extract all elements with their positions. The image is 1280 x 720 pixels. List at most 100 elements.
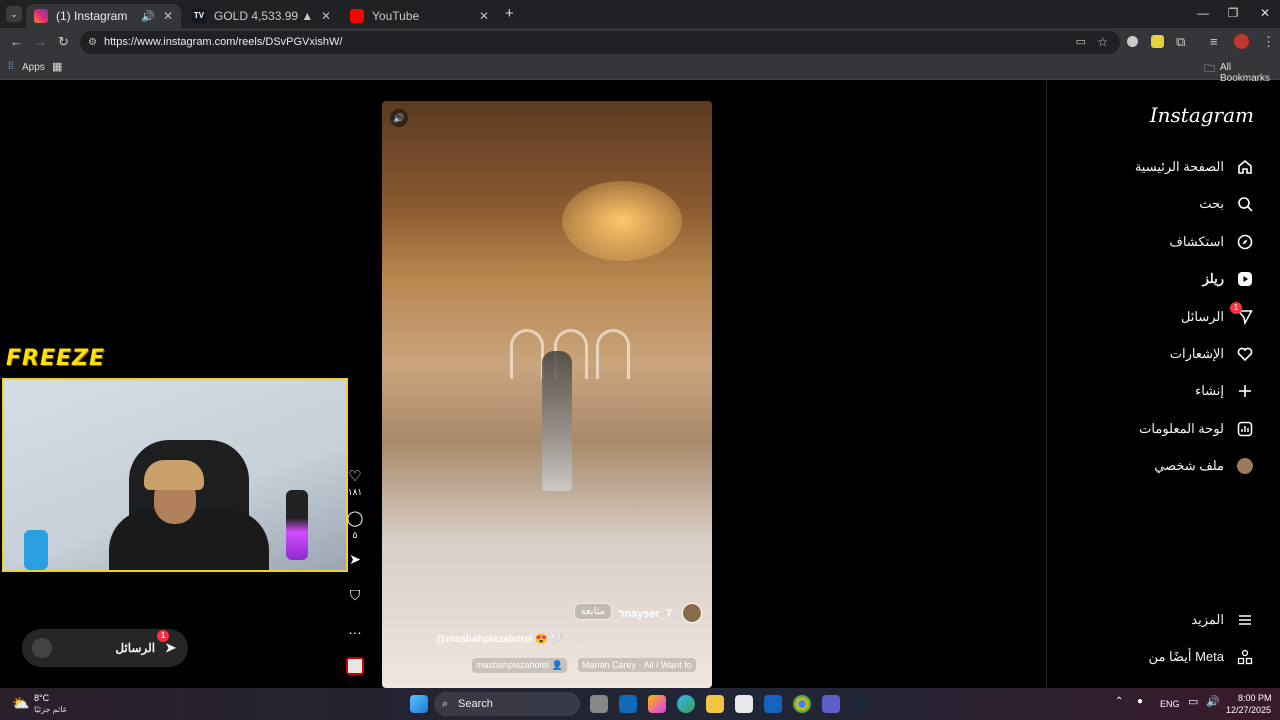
messages-pill[interactable]: الرسائل ➤ 1 xyxy=(22,629,188,667)
tray-app-icon[interactable]: ● xyxy=(1137,696,1143,707)
nav-notifications[interactable]: الإشعارات xyxy=(1170,345,1254,363)
tab-youtube[interactable]: YouTube ✕ xyxy=(342,4,497,28)
forward-icon[interactable]: → xyxy=(34,34,47,49)
back-icon[interactable]: ← xyxy=(10,34,23,49)
close-tab-icon[interactable]: ✕ xyxy=(321,9,331,23)
restore-button[interactable]: ❐ xyxy=(1218,6,1248,20)
nav-create[interactable]: إنشاء xyxy=(1195,382,1254,400)
profile-avatar-icon xyxy=(1236,457,1254,475)
minimize-button[interactable]: — xyxy=(1188,6,1218,20)
address-bar[interactable]: ⚙ https://www.instagram.com/reels/DSvPGV… xyxy=(80,31,1120,54)
nav-label: استكشاف xyxy=(1169,234,1224,249)
volume-icon[interactable]: 🔊 xyxy=(1206,695,1220,708)
nav-profile[interactable]: ملف شخصي xyxy=(1154,457,1254,475)
close-tab-icon[interactable]: ✕ xyxy=(163,9,173,23)
messages-pill-badge: 1 xyxy=(157,630,170,642)
search-icon: ⌕ xyxy=(442,698,449,710)
follow-button[interactable]: متابعة xyxy=(573,603,612,620)
close-tab-icon[interactable]: ✕ xyxy=(479,9,489,23)
video-light-glow xyxy=(562,181,682,261)
menu-kebab-icon[interactable]: ⋮ xyxy=(1262,34,1275,50)
reading-list-icon[interactable]: ≡ xyxy=(1210,34,1218,49)
copilot-icon[interactable] xyxy=(648,695,666,713)
taskbar-search[interactable]: ⌕ Search xyxy=(434,692,580,716)
audio-chip[interactable]: Mariah Carey · All I Want fo xyxy=(578,658,696,672)
caption-tag[interactable]: @masbahplazahotel xyxy=(436,634,532,645)
edge-icon[interactable] xyxy=(677,695,695,713)
nav-reels[interactable]: ريلز xyxy=(1203,270,1254,288)
store-icon[interactable] xyxy=(735,695,753,713)
folder-icon: 🗀 xyxy=(1204,63,1215,75)
apps-grid-icon[interactable]: ⁞⁞ xyxy=(8,61,14,72)
nav-search[interactable]: بحث xyxy=(1199,195,1254,213)
nav-also-from-meta[interactable]: أيضًا من Meta xyxy=(1149,648,1254,666)
url-text: https://www.instagram.com/reels/DSvPGVxi… xyxy=(104,36,343,48)
nav-home[interactable]: الصفحة الرئيسية xyxy=(1135,158,1254,176)
network-icon[interactable]: ▭ xyxy=(1188,695,1198,708)
extension-circle-icon[interactable] xyxy=(1127,36,1138,47)
tab-groups-icon[interactable]: ▦ xyxy=(52,60,62,73)
profile-avatar-icon[interactable] xyxy=(1234,34,1249,49)
caption-more[interactable]: المزيد ... xyxy=(566,634,602,645)
file-explorer-icon[interactable] xyxy=(706,695,724,713)
save-button[interactable]: ⛉ xyxy=(345,587,365,604)
like-button[interactable]: ♡ xyxy=(345,467,365,485)
clock-date[interactable]: 12/27/2025 xyxy=(1226,705,1271,715)
bookmark-apps[interactable]: Apps xyxy=(22,62,45,73)
reel-video[interactable]: 🔊 mayser_7 • متابعة @masbahplazahotel 😍 … xyxy=(382,101,712,688)
tab-title: (1) Instagram xyxy=(56,9,128,23)
hamburger-menu-icon xyxy=(1236,611,1254,629)
dot-separator: • xyxy=(618,606,622,618)
windows-taskbar: ⛅ 8°C غائم جزئيًا ⌕ Search ⌃ ● ENG ▭ 🔊 8… xyxy=(0,688,1280,720)
tradingview-favicon-icon: TV xyxy=(192,9,206,23)
extensions-puzzle-icon[interactable]: ⧉ xyxy=(1176,34,1185,50)
mute-button[interactable]: 🔊 xyxy=(390,109,408,127)
task-view-icon[interactable] xyxy=(590,695,608,713)
comment-button[interactable]: ◯ xyxy=(345,509,365,527)
tab-search-dropdown-button[interactable]: ⌄ xyxy=(6,6,22,22)
like-count: ١٨١ xyxy=(347,487,363,497)
reel-username[interactable]: mayser_7 xyxy=(621,608,672,620)
chrome-icon[interactable] xyxy=(793,695,811,713)
taskbar-search-label: Search xyxy=(458,698,493,710)
new-tab-button[interactable]: + xyxy=(505,5,514,22)
tab-gold[interactable]: TV GOLD 4,533.99 ▲ +1.22% Unna ✕ xyxy=(184,4,339,28)
cast-icon[interactable]: ▭ xyxy=(1076,31,1086,54)
close-window-button[interactable]: ✕ xyxy=(1250,6,1280,20)
steam-icon[interactable] xyxy=(851,695,869,713)
video-arch xyxy=(510,329,544,379)
teams-icon[interactable] xyxy=(822,695,840,713)
nav-messages[interactable]: الرسائل 1 xyxy=(1181,302,1254,326)
nav-more[interactable]: المزيد xyxy=(1191,611,1254,629)
speaker-icon[interactable]: 🔊 xyxy=(141,10,155,23)
tray-chevron-icon[interactable]: ⌃ xyxy=(1115,696,1123,707)
reel-author-avatar[interactable] xyxy=(682,603,702,623)
tab-instagram[interactable]: (1) Instagram 🔊 ✕ xyxy=(26,4,181,28)
audio-title: Mariah Carey · All I Want fo xyxy=(582,660,692,670)
bookmark-star-icon[interactable]: ☆ xyxy=(1097,31,1108,54)
nav-explore[interactable]: استكشاف xyxy=(1169,233,1254,251)
tagged-user-chip[interactable]: masbahplazahotel 👤 xyxy=(472,658,567,673)
start-windows-icon[interactable] xyxy=(410,695,428,713)
outlook-icon[interactable] xyxy=(619,695,637,713)
weather-temp[interactable]: 8°C xyxy=(34,693,49,703)
nav-dashboard[interactable]: لوحة المعلومات xyxy=(1139,420,1254,438)
share-button[interactable]: ➤ xyxy=(345,551,365,568)
site-info-icon[interactable]: ⚙ xyxy=(88,31,97,54)
reels-icon xyxy=(1236,270,1254,288)
messages-pill-label: الرسائل xyxy=(115,641,156,655)
audio-thumbnail[interactable] xyxy=(346,657,364,675)
language-indicator[interactable]: ENG xyxy=(1160,699,1180,709)
microphone xyxy=(286,490,308,560)
extension-yellow-icon[interactable] xyxy=(1151,35,1164,48)
nav-label: إنشاء xyxy=(1195,383,1224,398)
reload-icon[interactable]: ↻ xyxy=(58,34,69,50)
clock-time[interactable]: 8:00 PM xyxy=(1238,693,1272,703)
defender-icon[interactable] xyxy=(764,695,782,713)
more-options-button[interactable]: … xyxy=(345,621,365,637)
tab-title: YouTube xyxy=(372,9,420,23)
instagram-logo[interactable]: Instagram xyxy=(1150,103,1254,127)
tagged-user-name: masbahplazahotel xyxy=(476,660,550,670)
messages-badge: 1 xyxy=(1230,302,1242,314)
weather-icon[interactable]: ⛅ xyxy=(12,695,29,712)
